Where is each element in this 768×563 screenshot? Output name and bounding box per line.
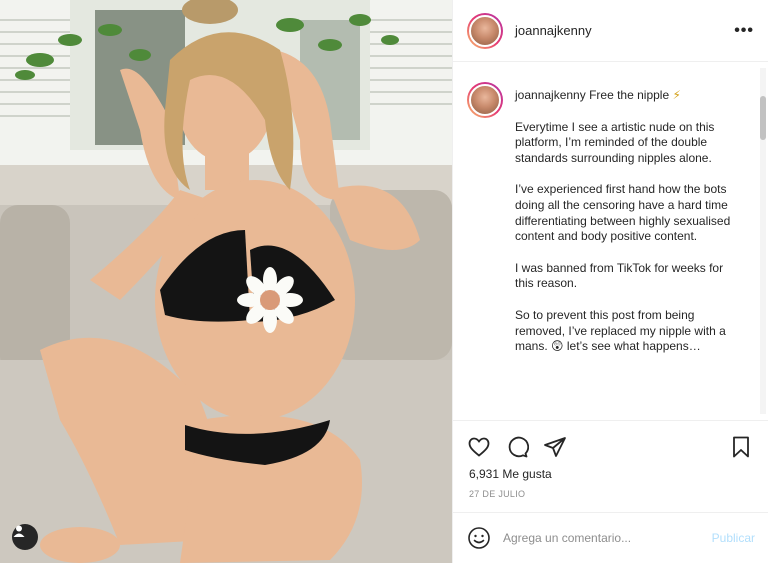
- caption-paragraph: Everytime I see a artistic nude on this …: [515, 119, 715, 165]
- post-side-panel: joannajkenny ••• joannajkenny Free the n…: [452, 0, 768, 563]
- comment-input[interactable]: [503, 531, 712, 545]
- caption-username[interactable]: joannajkenny: [515, 88, 586, 102]
- avatar[interactable]: [467, 12, 503, 49]
- comment-bar: Publicar: [453, 512, 768, 563]
- emoji-icon[interactable]: [467, 526, 491, 550]
- caption-title-text: Free the nipple: [589, 88, 670, 102]
- caption-avatar[interactable]: [467, 82, 503, 118]
- caption-area[interactable]: joannajkenny Free the nipple ⚡ Everytime…: [453, 62, 768, 418]
- photo-image: [0, 0, 452, 563]
- caption-paragraph: I’ve experienced first hand how the bots…: [515, 182, 731, 244]
- publish-button[interactable]: Publicar: [712, 531, 755, 545]
- caption-paragraph: So to prevent this post from being remov…: [515, 307, 726, 354]
- caption-paragraph: I was banned from TikTok for weeks for t…: [515, 260, 724, 291]
- heart-icon[interactable]: [467, 435, 491, 459]
- lightning-emoji: ⚡: [672, 88, 681, 102]
- caption-title: joannajkenny Free the nipple ⚡: [515, 88, 745, 104]
- post-actions: 6,931 Me gusta 27 DE JULIO: [453, 420, 768, 520]
- caption-body: joannajkenny Free the nipple ⚡ Everytime…: [515, 82, 745, 355]
- post-date[interactable]: 27 DE JULIO: [469, 489, 525, 499]
- likes-count[interactable]: 6,931 Me gusta: [469, 467, 552, 481]
- post-header: joannajkenny •••: [453, 0, 768, 62]
- user-tag-icon[interactable]: [12, 524, 38, 550]
- caption-row: joannajkenny Free the nipple ⚡ Everytime…: [467, 82, 755, 355]
- more-options-icon[interactable]: •••: [734, 22, 754, 40]
- action-icons: [467, 435, 567, 459]
- post-photo[interactable]: [0, 0, 452, 563]
- bookmark-icon[interactable]: [729, 435, 753, 459]
- comment-icon[interactable]: [505, 435, 529, 459]
- caption-scrollbar-thumb[interactable]: [760, 96, 766, 140]
- header-username[interactable]: joannajkenny: [515, 23, 734, 38]
- share-icon[interactable]: [543, 435, 567, 459]
